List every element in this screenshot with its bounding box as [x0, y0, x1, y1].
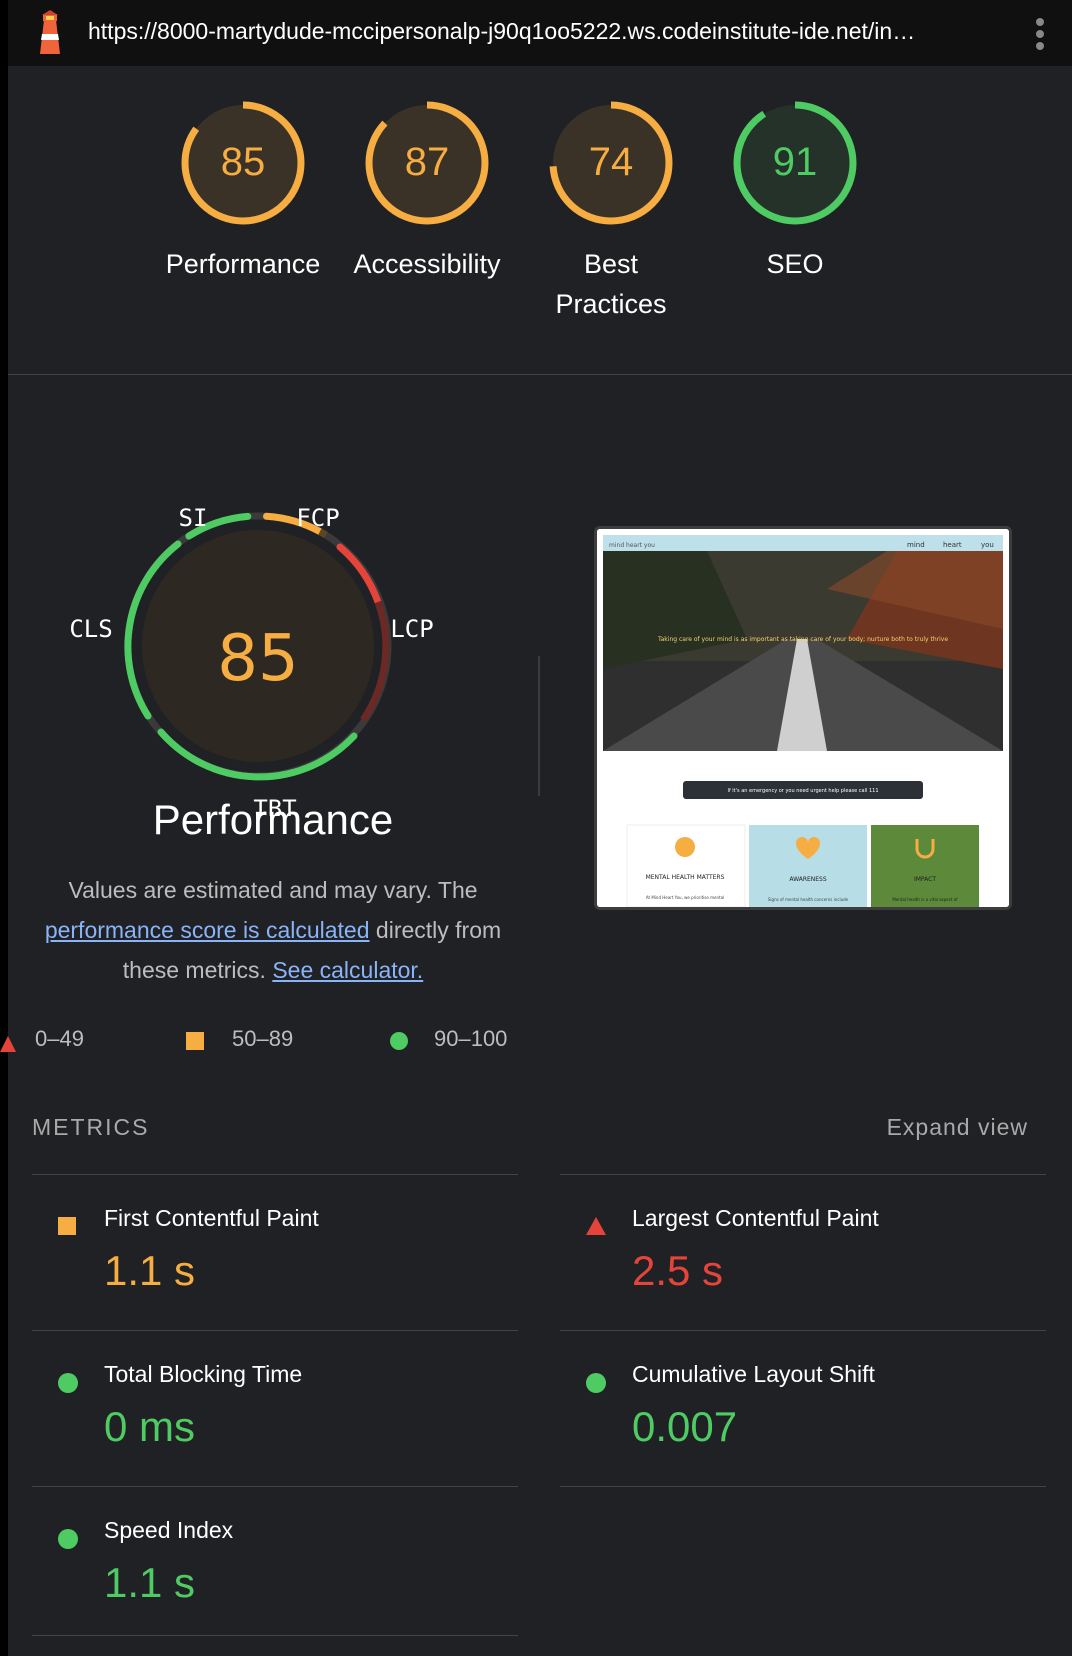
gauge-best-practices[interactable]: 74 Best Practices — [516, 98, 706, 324]
metric-cls-title: Cumulative Layout Shift — [632, 1361, 875, 1387]
preview-logo: mind heart you — [609, 542, 655, 549]
gauge-seo-ring: 91 — [733, 101, 857, 225]
rating-pass-icon — [58, 1373, 78, 1398]
perf-gauge-score: 85 — [217, 622, 298, 696]
see-calculator-link[interactable]: See calculator. — [272, 957, 423, 983]
metric-si-value: 1.1 s — [104, 1559, 196, 1606]
fcp-label: FCP — [296, 504, 339, 532]
preview-nav-heart: heart — [943, 541, 962, 549]
legend-mid-label: 50–89 — [232, 1026, 294, 1051]
gauge-performance-score: 85 — [221, 140, 266, 184]
preview-nav-mind: mind — [907, 541, 925, 549]
gauge-accessibility-score: 87 — [405, 140, 450, 184]
report-panel: 85 Performance 87 Accessibility 74 Best … — [0, 66, 1072, 1656]
section-divider — [8, 374, 1072, 375]
legend-high-icon — [390, 1030, 408, 1056]
gauge-best-practices-ring: 74 — [549, 101, 673, 225]
metric-si: Speed Index 1.1 s — [32, 1486, 518, 1636]
metric-fcp: First Contentful Paint 1.1 s — [32, 1174, 518, 1323]
preview-banner: If it's an emergency or you need urgent … — [727, 788, 878, 794]
more-options-icon[interactable] — [1036, 16, 1046, 52]
gauge-performance-ring: 85 — [181, 101, 305, 225]
category-gauges: 85 Performance 87 Accessibility 74 Best … — [8, 66, 1072, 374]
lighthouse-logo-icon — [40, 10, 60, 54]
score-calculated-link[interactable]: performance score is calculated — [45, 917, 370, 943]
lcp-label: LCP — [390, 615, 433, 643]
gauge-seo-score: 91 — [773, 140, 818, 184]
metric-fcp-value: 1.1 s — [104, 1247, 196, 1294]
metric-cls-value: 0.007 — [632, 1403, 738, 1450]
metric-lcp-value: 2.5 s — [632, 1247, 724, 1294]
gauge-seo[interactable]: 91 SEO — [700, 98, 890, 284]
vertical-divider — [538, 656, 540, 796]
legend-high-label: 90–100 — [434, 1026, 508, 1051]
preview-hero-text: Taking care of your mind is as important… — [657, 636, 948, 643]
gauge-performance[interactable]: 85 Performance — [148, 98, 338, 284]
page-screenshot-thumbnail[interactable]: mind heart you mind heart you Taking car… — [594, 526, 1012, 910]
gauge-accessibility-ring: 87 — [365, 101, 489, 225]
desc-text-1: Values are estimated and may vary. The — [68, 877, 478, 903]
si-label: SI — [179, 504, 208, 532]
rating-pass-icon — [586, 1373, 606, 1398]
rating-fail-icon — [586, 1217, 606, 1240]
preview-card-1-text: At Mind Heart You, we prioritise mental — [646, 895, 724, 900]
metric-cls: Cumulative Layout Shift 0.007 — [560, 1330, 1046, 1479]
preview-card-1-title: MENTAL HEALTH MATTERS — [646, 874, 725, 881]
gauge-accessibility[interactable]: 87 Accessibility — [332, 98, 522, 284]
metric-tbt-title: Total Blocking Time — [104, 1361, 303, 1387]
report-topbar: https://8000-martydude-mccipersonalp-j90… — [8, 0, 1072, 67]
gauge-performance-label: Performance — [165, 249, 321, 279]
metric-tbt: Total Blocking Time 0 ms — [32, 1330, 518, 1479]
preview-card-2-text: Signs of mental health concerns include — [768, 897, 849, 902]
legend-low-icon — [0, 1032, 16, 1058]
gauge-seo-label: SEO — [766, 249, 824, 279]
metric-lcp-title: Largest Contentful Paint — [632, 1205, 879, 1231]
gauge-best-practices-label: Best Practices — [555, 249, 667, 319]
performance-title: Performance — [152, 796, 394, 843]
metric-tbt-value: 0 ms — [104, 1403, 196, 1450]
metric-fcp-title: First Contentful Paint — [104, 1205, 319, 1231]
page-url: https://8000-martydude-mccipersonalp-j90… — [88, 18, 916, 44]
performance-description: Values are estimated and may vary. The p… — [18, 870, 528, 990]
legend-mid-icon — [186, 1030, 204, 1056]
screenshot-preview: mind heart you mind heart you Taking car… — [597, 529, 1009, 907]
score-legend: 0–49 50–89 90–100 — [0, 1026, 568, 1066]
performance-metric-gauge: 85 SI FCP LCP TBT CLS — [69, 504, 433, 816]
preview-card-2-title: AWARENESS — [789, 876, 827, 883]
gauge-best-practices-score: 74 — [589, 140, 634, 184]
preview-nav-you: you — [981, 541, 994, 549]
rating-average-icon — [58, 1217, 76, 1240]
expand-view-button[interactable]: Expand view — [887, 1114, 1028, 1141]
preview-card-3-title: IMPACT — [914, 876, 936, 883]
metric-lcp: Largest Contentful Paint 2.5 s — [560, 1174, 1046, 1323]
metric-si-title: Speed Index — [104, 1517, 234, 1543]
metrics-heading: METRICS — [32, 1114, 150, 1140]
rating-pass-icon — [58, 1529, 78, 1554]
gauge-accessibility-label: Accessibility — [353, 249, 501, 279]
cls-label: CLS — [69, 615, 112, 643]
preview-card-3-text: Mental health is a vital aspect of — [892, 897, 958, 902]
legend-low-label: 0–49 — [35, 1026, 84, 1051]
metric-divider — [560, 1486, 1046, 1487]
